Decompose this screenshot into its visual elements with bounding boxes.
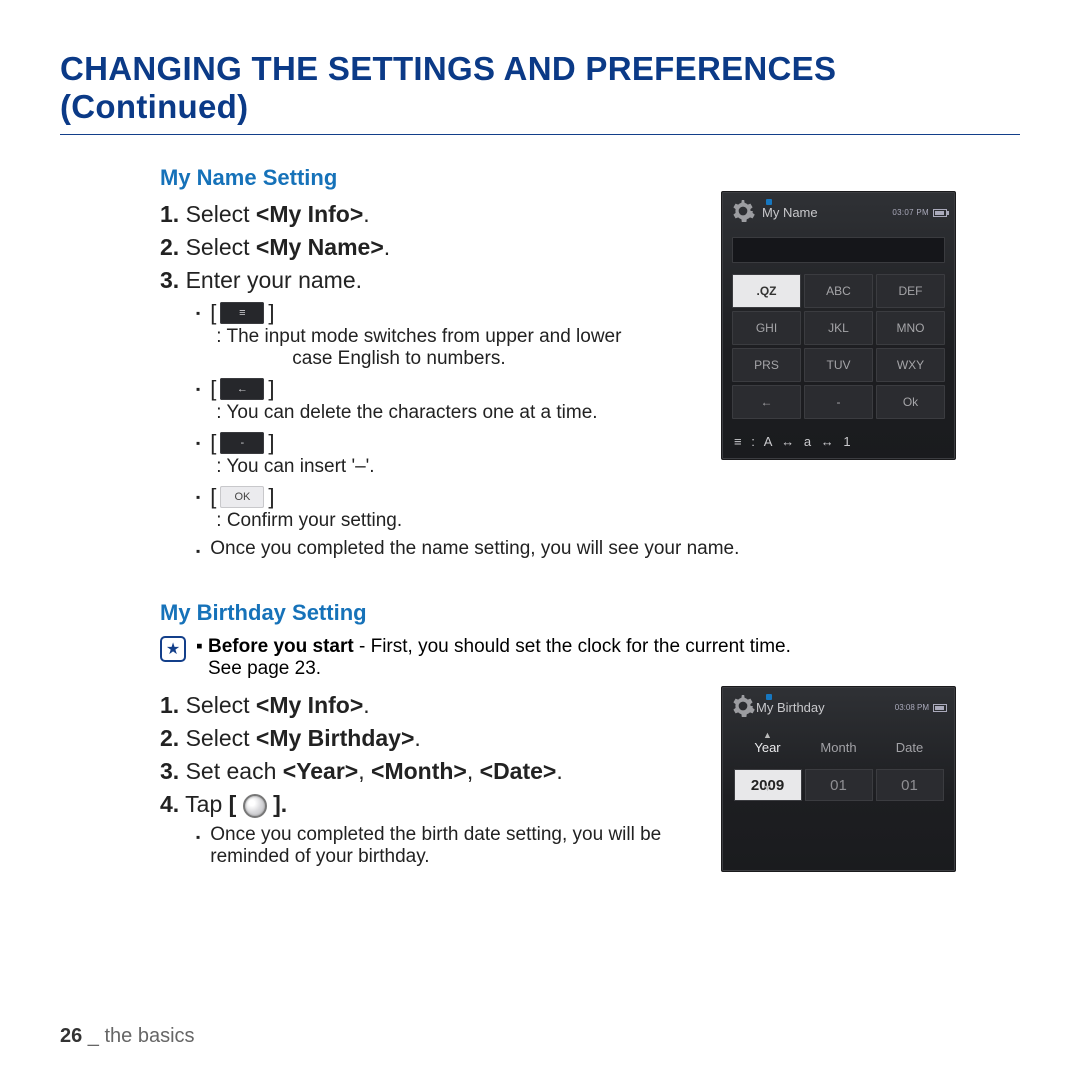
key-prs[interactable]: PRS — [732, 348, 801, 382]
val-date[interactable]: 01 — [876, 769, 944, 801]
gear-icon — [730, 198, 756, 227]
center-button-icon — [243, 794, 267, 818]
val-month[interactable]: 01 — [805, 769, 873, 801]
my-birthday-heading: My Birthday Setting — [160, 600, 1020, 626]
key-abc[interactable]: ABC — [804, 274, 873, 308]
name-bullet-complete: Once you completed the name setting, you… — [196, 538, 1020, 560]
name-bullet-ok: [ OK ] : Confirm your setting. — [196, 484, 1020, 532]
my-name-heading: My Name Setting — [160, 165, 1020, 191]
key-wxy[interactable]: WXY — [876, 348, 945, 382]
key-qz[interactable]: .QZ — [732, 274, 801, 308]
device-mybirthday-screenshot: My Birthday 03:08 PM Year Month Date 200… — [721, 686, 956, 872]
star-icon: ★ — [160, 636, 186, 662]
key-tuv[interactable]: TUV — [804, 348, 873, 382]
before-you-start-note: ★ ▪ Before you start - First, you should… — [160, 636, 1020, 680]
key-jkl[interactable]: JKL — [804, 311, 873, 345]
tab-year[interactable]: Year — [732, 740, 803, 765]
back-key-icon: ← — [220, 378, 264, 400]
key-ghi[interactable]: GHI — [732, 311, 801, 345]
key-ok[interactable]: Ok — [876, 385, 945, 419]
page-title: CHANGING THE SETTINGS AND PREFERENCES (C… — [60, 50, 1020, 135]
device-myname-time: 03:07 PM — [892, 208, 947, 217]
tab-month[interactable]: Month — [803, 740, 874, 765]
mode-key-icon: ≡ — [220, 302, 264, 324]
keypad: .QZ ABC DEF GHI JKL MNO PRS TUV WXY — [729, 271, 948, 422]
key-mno[interactable]: MNO — [876, 311, 945, 345]
key-back[interactable]: ← — [732, 385, 801, 419]
ok-key-icon: OK — [220, 486, 264, 508]
page-footer: 26 _ the basics — [60, 1025, 195, 1048]
name-input-field[interactable] — [732, 237, 945, 263]
dash-key-icon: - — [220, 432, 264, 454]
device-myname-title: My Name — [762, 205, 818, 220]
key-def[interactable]: DEF — [876, 274, 945, 308]
mode-bar: ≡ : A ↔ a ↔ 1 — [722, 428, 955, 459]
key-dash[interactable]: - — [804, 385, 873, 419]
device-mybd-title: My Birthday — [756, 700, 825, 715]
gear-icon — [730, 693, 756, 722]
device-mybd-time: 03:08 PM — [895, 703, 947, 712]
tab-date[interactable]: Date — [874, 740, 945, 765]
device-myname-screenshot: My Name 03:07 PM .QZ ABC DEF GHI JKL MNO — [721, 191, 956, 460]
